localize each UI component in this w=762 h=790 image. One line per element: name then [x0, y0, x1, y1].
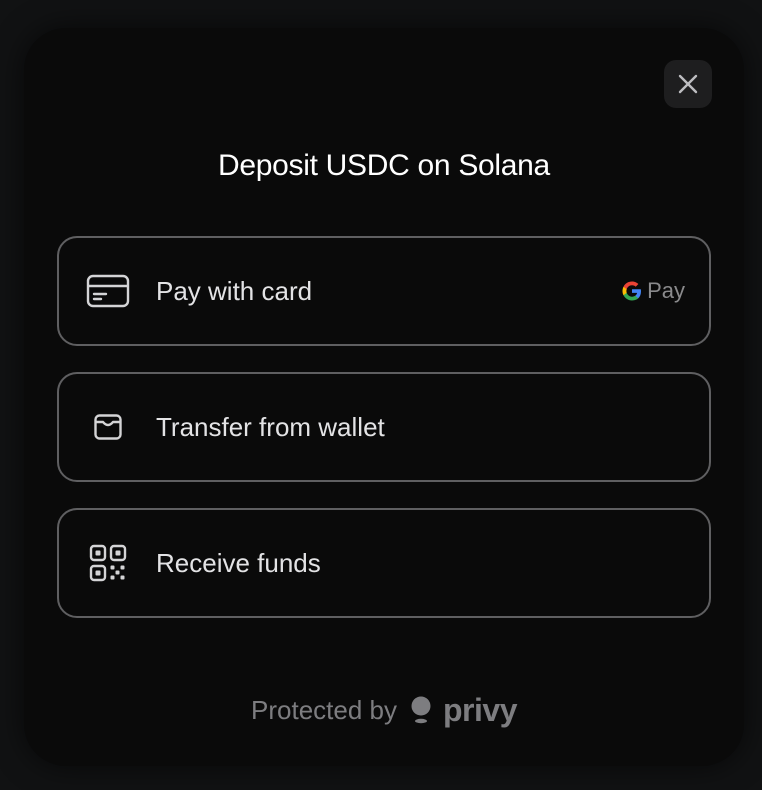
modal-title: Deposit USDC on Solana	[218, 149, 550, 182]
transfer-from-wallet-option[interactable]: Transfer from wallet	[57, 372, 711, 482]
option-label: Pay with card	[156, 276, 313, 306]
receive-funds-option[interactable]: Receive funds	[57, 508, 711, 618]
close-button[interactable]	[664, 60, 712, 108]
google-pay-text: Pay	[647, 278, 685, 303]
google-g-icon	[622, 281, 642, 301]
qr-code-icon	[85, 540, 131, 586]
google-pay-badge: Pay	[621, 277, 685, 305]
option-label: Transfer from wallet	[156, 412, 385, 442]
credit-card-icon	[85, 268, 131, 314]
protected-by-text: Protected by	[251, 695, 397, 725]
close-icon	[678, 74, 698, 94]
privy-brand-name: privy	[443, 692, 517, 728]
pay-with-card-option[interactable]: Pay with card Pay	[57, 236, 711, 346]
wallet-icon	[85, 404, 131, 450]
deposit-modal: Deposit USDC on Solana Pay with card Pay	[24, 28, 744, 766]
protected-by-footer: Protected by privy	[24, 692, 744, 728]
privy-logo-icon	[411, 696, 431, 724]
option-label: Receive funds	[156, 548, 321, 578]
